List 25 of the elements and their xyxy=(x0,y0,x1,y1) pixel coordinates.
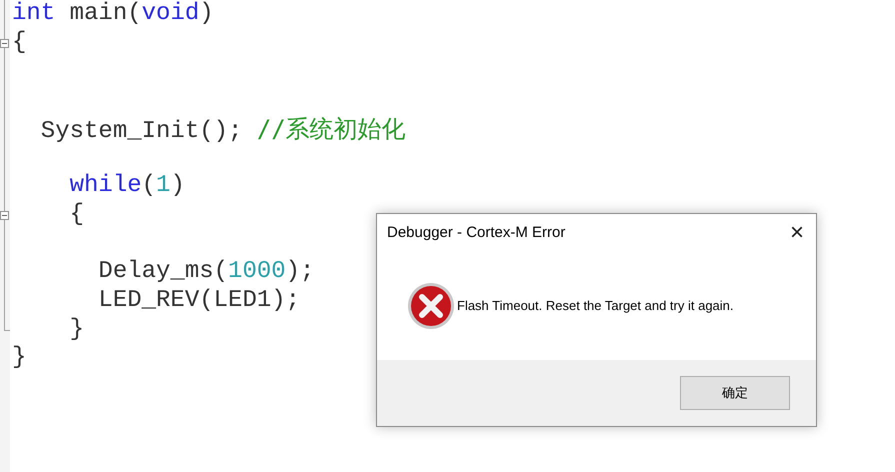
code-token: void xyxy=(142,0,200,27)
ok-button[interactable]: 确定 xyxy=(680,376,790,410)
code-token: System_Init(); xyxy=(40,118,244,145)
error-message: Flash Timeout. Reset the Target and try it again. xyxy=(457,297,734,316)
error-icon xyxy=(407,282,455,330)
code-token: while xyxy=(68,172,142,200)
code-comment: //系统初始化 xyxy=(256,114,406,143)
code-token: int xyxy=(12,0,56,27)
code-token: ( xyxy=(142,172,156,200)
code-token: Delay_ms( xyxy=(97,258,228,286)
code-token: ); xyxy=(286,258,314,286)
code-token: 1 xyxy=(156,172,170,200)
close-button[interactable]: × xyxy=(788,221,806,245)
dialog-title: Debugger - Cortex-M Error xyxy=(387,222,566,243)
code-token: LED_REV(LED1); xyxy=(97,286,300,314)
fold-marker-icon[interactable] xyxy=(0,38,9,48)
code-token: } xyxy=(12,344,26,372)
code-token: ) xyxy=(199,0,214,27)
code-token: 1000 xyxy=(228,258,286,286)
fold-marker-icon[interactable] xyxy=(0,210,9,220)
code-token: { xyxy=(68,200,84,228)
code-token: } xyxy=(68,316,84,343)
code-token: ) xyxy=(170,172,185,200)
code-token: main( xyxy=(68,0,142,27)
code-token: { xyxy=(12,28,26,56)
